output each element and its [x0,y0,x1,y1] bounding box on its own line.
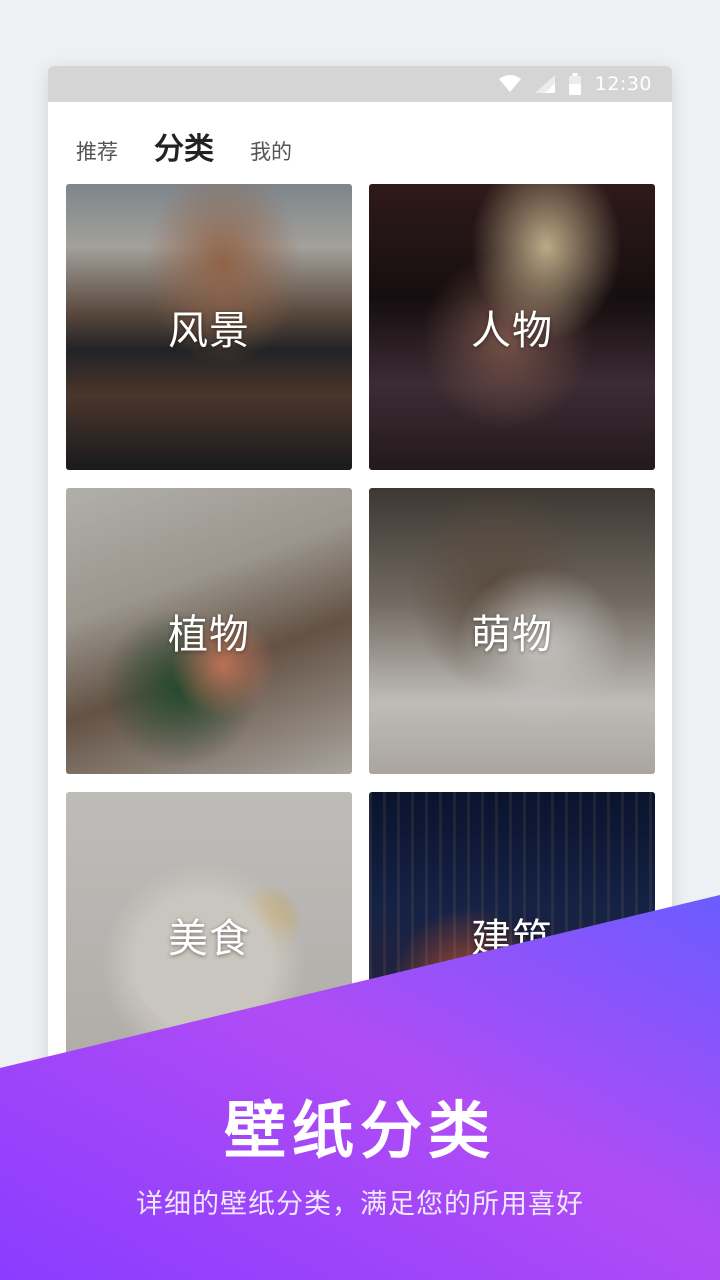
wifi-icon [498,75,521,92]
category-tile-architecture[interactable]: 建筑 [369,792,655,1078]
category-tile-pets[interactable]: 萌物 [369,488,655,774]
category-label: 人物 [471,308,553,354]
category-tile-landscape[interactable]: 风景 [66,184,352,470]
category-label: 植物 [168,612,250,658]
category-tile-plants[interactable]: 植物 [66,488,352,774]
category-tile-food[interactable]: 美食 [66,792,352,1078]
category-tile-people[interactable]: 人物 [369,184,655,470]
top-tabs: 推荐 分类 我的 [76,124,292,168]
tab-categories[interactable]: 分类 [154,124,214,168]
cellular-signal-icon [534,75,555,93]
status-bar: 12:30 [48,66,672,102]
battery-icon [568,73,581,95]
status-time: 12:30 [594,73,652,95]
category-label: 建筑 [471,916,553,962]
promo-subtitle: 详细的壁纸分类，满足您的所用喜好 [136,1189,584,1220]
category-label: 风景 [168,308,250,354]
tab-recommend[interactable]: 推荐 [76,136,118,166]
tab-mine[interactable]: 我的 [250,136,292,166]
category-label: 美食 [168,916,250,962]
category-label: 萌物 [471,612,553,658]
phone-screen: 12:30 推荐 分类 我的 风景 人物 植物 萌物 美食 建筑 [48,66,672,1126]
